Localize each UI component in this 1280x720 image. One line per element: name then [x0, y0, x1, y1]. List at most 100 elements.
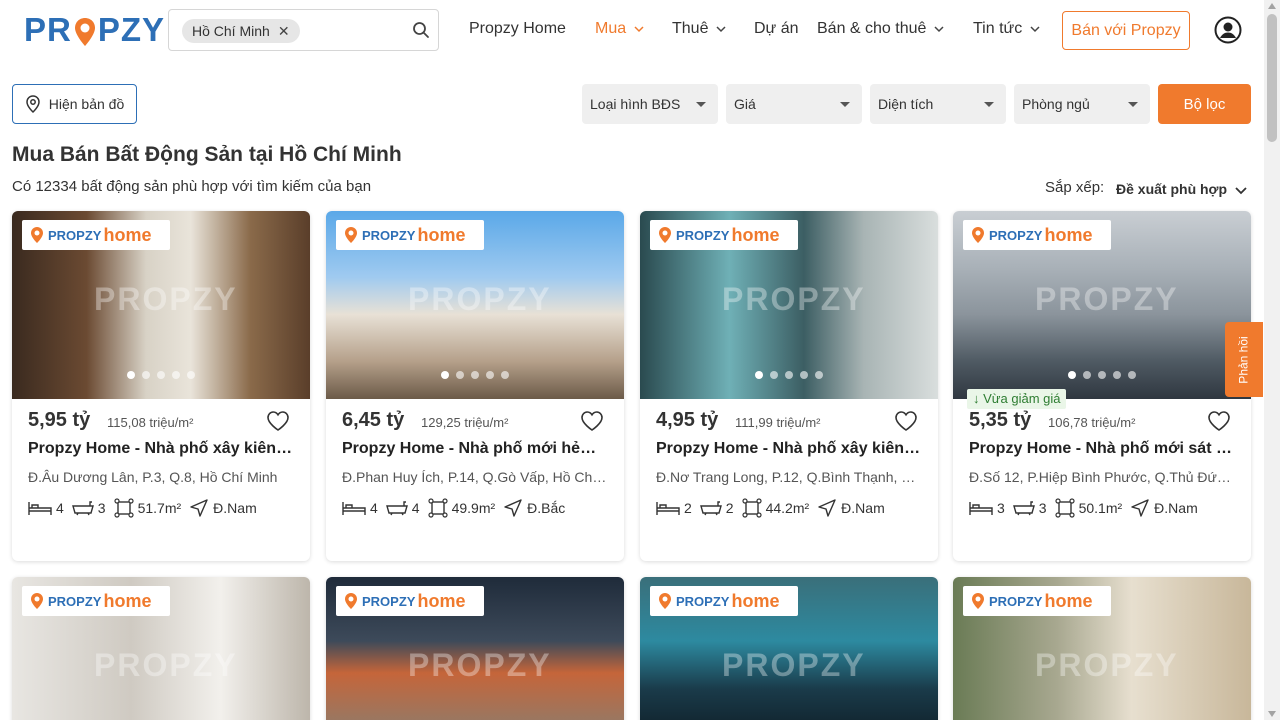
area-size: 50.1m²	[1054, 498, 1122, 518]
carousel-dot[interactable]	[486, 371, 494, 379]
listing-photo[interactable]: PROPZY home PROPZY	[953, 577, 1251, 720]
carousel-dot[interactable]	[1128, 371, 1136, 379]
listing-card[interactable]: PROPZY home PROPZY 5,95 tỷ 115,08 triệu/m² Pr…	[12, 211, 310, 561]
carousel-dot[interactable]	[800, 371, 808, 379]
price-select[interactable]: Giá	[726, 84, 862, 124]
badge-brand: PROPZY	[362, 227, 416, 243]
carousel-dot[interactable]	[1083, 371, 1091, 379]
nav-buy[interactable]: Mua	[595, 20, 644, 38]
carousel-dot[interactable]	[1068, 371, 1076, 379]
listing-price: 4,95 tỷ	[656, 409, 719, 431]
favorite-heart-icon[interactable]	[894, 410, 918, 432]
nav-projects[interactable]: Dự án	[754, 20, 799, 38]
area-icon	[427, 498, 448, 518]
favorite-heart-icon[interactable]	[580, 410, 604, 432]
user-account-icon[interactable]	[1214, 16, 1242, 44]
listing-photo[interactable]: PROPZY home PROPZY	[12, 577, 310, 720]
photo-carousel-dots[interactable]	[640, 371, 938, 379]
sell-with-propzy-button[interactable]: Bán với Propzy	[1062, 11, 1190, 50]
propzy-home-badge: PROPZY home	[336, 220, 484, 250]
scroll-up-arrow-icon[interactable]	[1268, 3, 1276, 9]
carousel-dot[interactable]	[1098, 371, 1106, 379]
listing-card[interactable]: PROPZY home PROPZY 4,95 tỷ 111,99 triệu/m² Pr…	[640, 211, 938, 561]
filter-button[interactable]: Bộ lọc	[1158, 84, 1251, 124]
listing-photo[interactable]: PROPZY home PROPZY	[12, 211, 310, 399]
listing-title[interactable]: Propzy Home - Nhà phố mới hẻm xe hơi	[342, 440, 610, 458]
listing-price: 5,95 tỷ	[28, 409, 91, 431]
listing-title[interactable]: Propzy Home - Nhà phố xây kiên cố	[656, 440, 924, 458]
carousel-dot[interactable]	[1113, 371, 1121, 379]
favorite-heart-icon[interactable]	[1207, 410, 1231, 432]
listing-card[interactable]: PROPZY home PROPZY 6,45 tỷ 129,25 triệu/m² Pr…	[326, 211, 624, 561]
nav-news[interactable]: Tin tức	[973, 20, 1040, 38]
listing-photo[interactable]: PROPZY home PROPZY	[640, 577, 938, 720]
carousel-dot[interactable]	[815, 371, 823, 379]
show-map-button[interactable]: Hiện bản đồ	[12, 84, 137, 124]
carousel-dot[interactable]	[785, 371, 793, 379]
scroll-down-arrow-icon[interactable]	[1268, 711, 1276, 717]
carousel-dot[interactable]	[157, 371, 165, 379]
map-pin-badge-icon	[31, 227, 43, 243]
carousel-dot[interactable]	[501, 371, 509, 379]
listing-card[interactable]: PROPZY home PROPZY	[953, 577, 1251, 720]
carousel-dot[interactable]	[172, 371, 180, 379]
propzy-home-badge: PROPZY home	[650, 586, 798, 616]
house-direction: Đ.Nam	[817, 498, 885, 518]
propzy-watermark: PROPZY	[408, 281, 552, 317]
listing-card[interactable]: PROPZY home PROPZY	[640, 577, 938, 720]
bed-icon	[656, 502, 680, 515]
map-pin-badge-icon	[972, 227, 984, 243]
feedback-tab[interactable]: Phản hồi	[1225, 322, 1263, 397]
carousel-dot[interactable]	[456, 371, 464, 379]
carousel-dot[interactable]	[142, 371, 150, 379]
remove-location-icon[interactable]: ✕	[278, 19, 290, 43]
listing-unit-price: 111,99 triệu/m²	[735, 415, 821, 430]
area-value: 44.2m²	[765, 500, 810, 516]
sort-dropdown[interactable]: Đề xuất phù hợp	[1116, 181, 1227, 197]
bathroom-value: 3	[97, 500, 106, 516]
listing-title[interactable]: Propzy Home - Nhà phố xây kiên cố	[28, 440, 296, 458]
propzy-home-badge: PROPZY home	[650, 220, 798, 250]
page-scrollbar[interactable]	[1264, 0, 1280, 720]
propzy-logo[interactable]: PR PZY	[24, 11, 165, 49]
listing-card[interactable]: PROPZY home PROPZY	[326, 577, 624, 720]
bathtub-icon	[699, 501, 722, 516]
dropdown-arrow-icon	[1128, 102, 1138, 107]
listing-photo[interactable]: PROPZY home PROPZY	[326, 577, 624, 720]
photo-carousel-dots[interactable]	[12, 371, 310, 379]
area-label: Diện tích	[878, 96, 934, 112]
bedrooms-select[interactable]: Phòng ngủ	[1014, 84, 1150, 124]
location-search-box[interactable]: Hồ Chí Minh ✕	[168, 9, 439, 51]
nav-propzy-home[interactable]: Propzy Home	[469, 20, 566, 38]
listing-title[interactable]: Propzy Home - Nhà phố mới sát trục chính	[969, 440, 1237, 458]
listing-card[interactable]: PROPZY home PROPZY ↓ Vừa giảm giá 5,35 tỷ 106…	[953, 211, 1251, 561]
direction-value: Đ.Bắc	[527, 500, 566, 516]
result-count: Có 12334 bất động sản phù hợp với tìm ki…	[12, 178, 372, 195]
propzy-watermark: PROPZY	[1035, 647, 1179, 683]
listing-photo[interactable]: PROPZY home PROPZY	[953, 211, 1251, 399]
bed-icon	[28, 502, 52, 515]
scrollbar-thumb[interactable]	[1267, 14, 1277, 142]
listing-photo[interactable]: PROPZY home PROPZY	[640, 211, 938, 399]
favorite-heart-icon[interactable]	[266, 410, 290, 432]
listing-photo[interactable]: PROPZY home PROPZY	[326, 211, 624, 399]
photo-carousel-dots[interactable]	[953, 371, 1251, 379]
bedroom-count: 3	[969, 500, 1005, 516]
carousel-dot[interactable]	[755, 371, 763, 379]
carousel-dot[interactable]	[441, 371, 449, 379]
carousel-dot[interactable]	[187, 371, 195, 379]
direction-value: Đ.Nam	[1154, 500, 1198, 516]
carousel-dot[interactable]	[471, 371, 479, 379]
property-type-select[interactable]: Loại hình BĐS	[582, 84, 718, 124]
nav-sell-rent[interactable]: Bán & cho thuê	[817, 20, 944, 38]
listing-card[interactable]: PROPZY home PROPZY	[12, 577, 310, 720]
search-icon[interactable]	[412, 21, 430, 39]
carousel-dot[interactable]	[770, 371, 778, 379]
carousel-dot[interactable]	[127, 371, 135, 379]
area-select[interactable]: Diện tích	[870, 84, 1006, 124]
chevron-down-icon[interactable]	[1235, 184, 1247, 196]
nav-rent[interactable]: Thuê	[672, 20, 726, 38]
price-label: Giá	[734, 96, 756, 112]
listing-unit-price: 106,78 triệu/m²	[1048, 415, 1136, 430]
photo-carousel-dots[interactable]	[326, 371, 624, 379]
